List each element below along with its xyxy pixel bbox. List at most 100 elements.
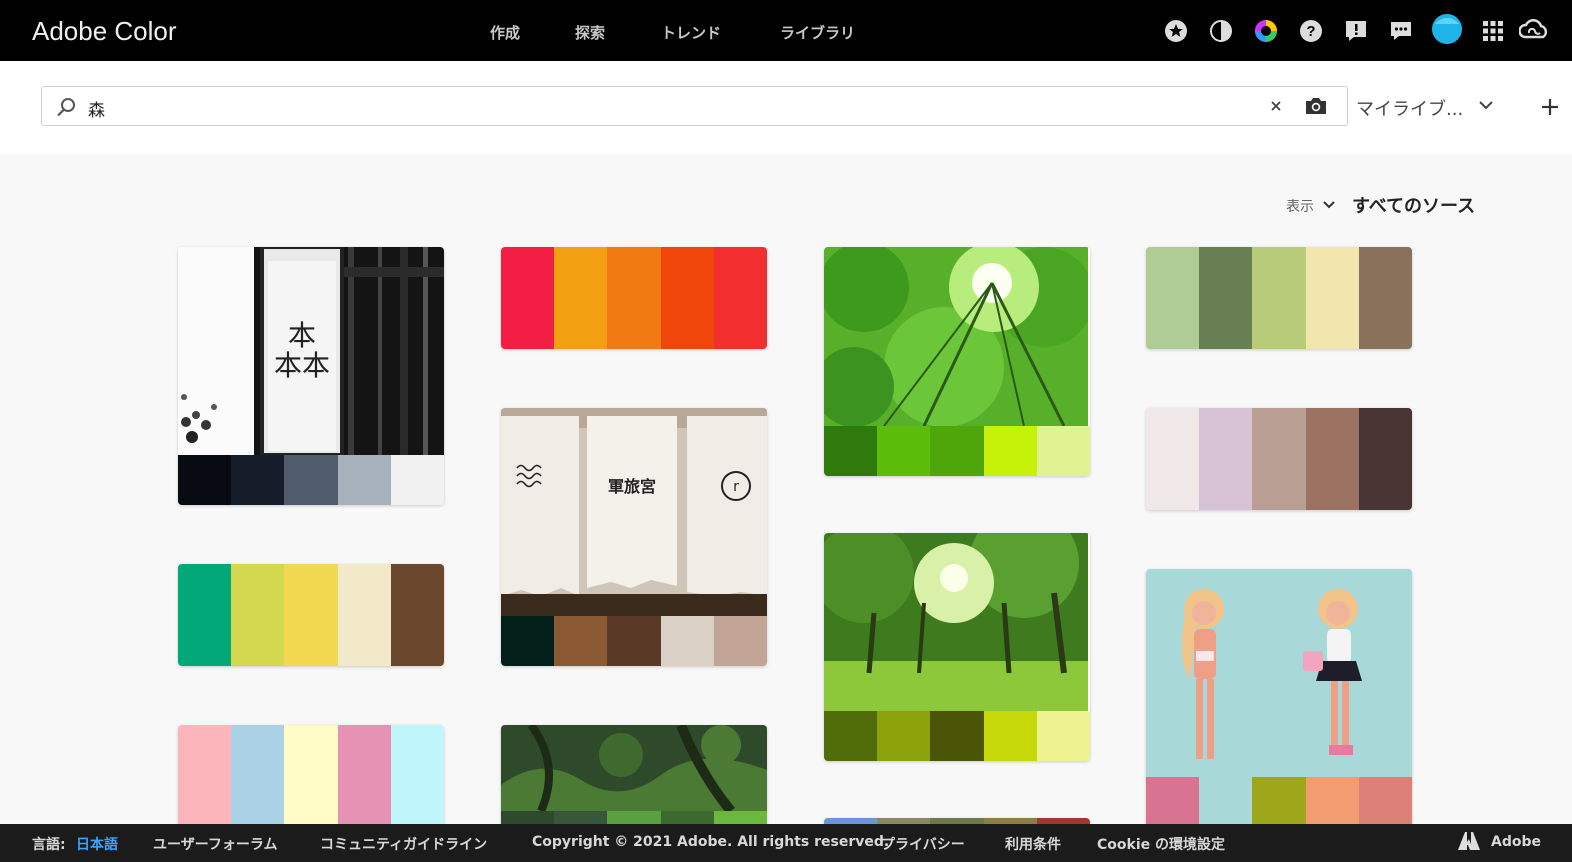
copyright-text: Copyright © 2021 Adobe. All rights reser… [532, 834, 890, 850]
swatch [607, 811, 661, 824]
theme-card[interactable] [178, 564, 444, 666]
theme-card[interactable] [1146, 408, 1412, 510]
swatch-row [501, 811, 767, 824]
swatch [178, 564, 232, 666]
library-select[interactable]: マイライブ... [1356, 95, 1463, 121]
source-filter[interactable]: すべてのソース [1352, 192, 1475, 218]
swatch [1252, 247, 1306, 349]
clear-search-icon[interactable] [1268, 98, 1284, 118]
swatch [231, 725, 285, 824]
help-icon[interactable]: ? [1299, 19, 1323, 43]
theme-photo [824, 533, 1090, 711]
star-icon[interactable] [1164, 19, 1188, 43]
swatch [178, 455, 232, 505]
svg-text:?: ? [1306, 23, 1315, 40]
theme-photo [501, 725, 767, 811]
swatch [607, 247, 661, 349]
search-icon [55, 96, 77, 122]
theme-card[interactable] [824, 247, 1090, 476]
swatch [713, 616, 767, 666]
swatch [554, 616, 608, 666]
swatch [1358, 247, 1412, 349]
swatch [501, 811, 555, 824]
add-icon[interactable] [1540, 97, 1560, 121]
swatch-row [824, 711, 1090, 761]
swatch [1305, 777, 1359, 824]
swatch [284, 725, 338, 824]
swatch [337, 564, 391, 666]
theme-card[interactable] [501, 725, 767, 824]
swatch-row [824, 426, 1090, 476]
swatch [390, 455, 444, 505]
feedback-icon[interactable] [1389, 19, 1413, 43]
swatch [877, 711, 931, 761]
swatch [337, 725, 391, 824]
svg-text:本本: 本本 [274, 349, 330, 382]
theme-card[interactable] [824, 533, 1090, 761]
swatch [1146, 247, 1200, 349]
swatch [390, 564, 444, 666]
swatch [178, 725, 232, 824]
swatch [554, 247, 608, 349]
guidelines-link[interactable]: コミュニティガイドライン [320, 834, 487, 854]
terms-link[interactable]: 利用条件 [1005, 834, 1061, 854]
swatch [1358, 777, 1412, 824]
swatch [824, 711, 878, 761]
swatch [713, 247, 767, 349]
swatch [877, 426, 931, 476]
swatch [930, 426, 984, 476]
app-title[interactable]: Adobe Color [32, 16, 177, 47]
swatch [1199, 777, 1253, 824]
swatch [284, 564, 338, 666]
nav-explore[interactable]: 探索 [575, 22, 605, 43]
swatch-row [1146, 247, 1412, 349]
creative-cloud-icon[interactable] [1519, 19, 1549, 43]
theme-card[interactable] [1146, 569, 1412, 824]
theme-photo [824, 247, 1090, 426]
view-chevron-icon[interactable] [1321, 197, 1337, 216]
swatch [1036, 711, 1090, 761]
theme-card[interactable] [501, 247, 767, 349]
search-query[interactable]: 森 [88, 96, 105, 121]
swatch [501, 247, 555, 349]
language-link[interactable]: 日本語 [76, 834, 118, 854]
swatch [1146, 777, 1200, 824]
swatch [660, 616, 714, 666]
adobe-link[interactable]: Adobe [1491, 834, 1541, 850]
swatch [824, 426, 878, 476]
cookie-link[interactable]: Cookie の環境設定 [1097, 834, 1225, 854]
footer: 言語: 日本語 ユーザーフォーラム コミュニティガイドライン Copyright… [0, 824, 1572, 862]
alert-icon[interactable] [1344, 19, 1368, 43]
dark-mode-icon[interactable] [1209, 19, 1233, 43]
color-wheel-icon[interactable] [1254, 19, 1278, 43]
nav-trends[interactable]: トレンド [661, 22, 721, 43]
swatch [1305, 247, 1359, 349]
swatch [231, 455, 285, 505]
theme-card[interactable]: 軍旅宮 r [501, 408, 767, 666]
camera-icon[interactable] [1304, 95, 1328, 121]
top-nav-bar: Adobe Color 作成 探索 トレンド ライブラリ ? [0, 0, 1572, 61]
view-label: 表示 [1286, 199, 1314, 215]
nav-create[interactable]: 作成 [490, 22, 520, 43]
theme-card[interactable]: 本 本本 [178, 247, 444, 505]
theme-card[interactable] [1146, 247, 1412, 349]
swatch [231, 564, 285, 666]
privacy-link[interactable]: プライバシー [881, 834, 965, 854]
swatch [1358, 408, 1412, 510]
swatch [1252, 408, 1306, 510]
svg-text:本: 本 [288, 319, 316, 352]
nav-libraries[interactable]: ライブラリ [780, 22, 855, 43]
apps-grid-icon[interactable] [1481, 19, 1505, 43]
theme-card[interactable] [178, 725, 444, 824]
search-input[interactable]: 森 [41, 86, 1348, 126]
swatch [660, 247, 714, 349]
swatch [1199, 408, 1253, 510]
swatch [713, 811, 767, 824]
swatch [284, 455, 338, 505]
adobe-logo-icon [1458, 832, 1480, 856]
avatar[interactable] [1432, 14, 1462, 44]
swatch-row [178, 564, 444, 666]
forum-link[interactable]: ユーザーフォーラム [153, 834, 277, 854]
swatch-row [501, 616, 767, 666]
chevron-down-icon[interactable] [1477, 97, 1495, 117]
